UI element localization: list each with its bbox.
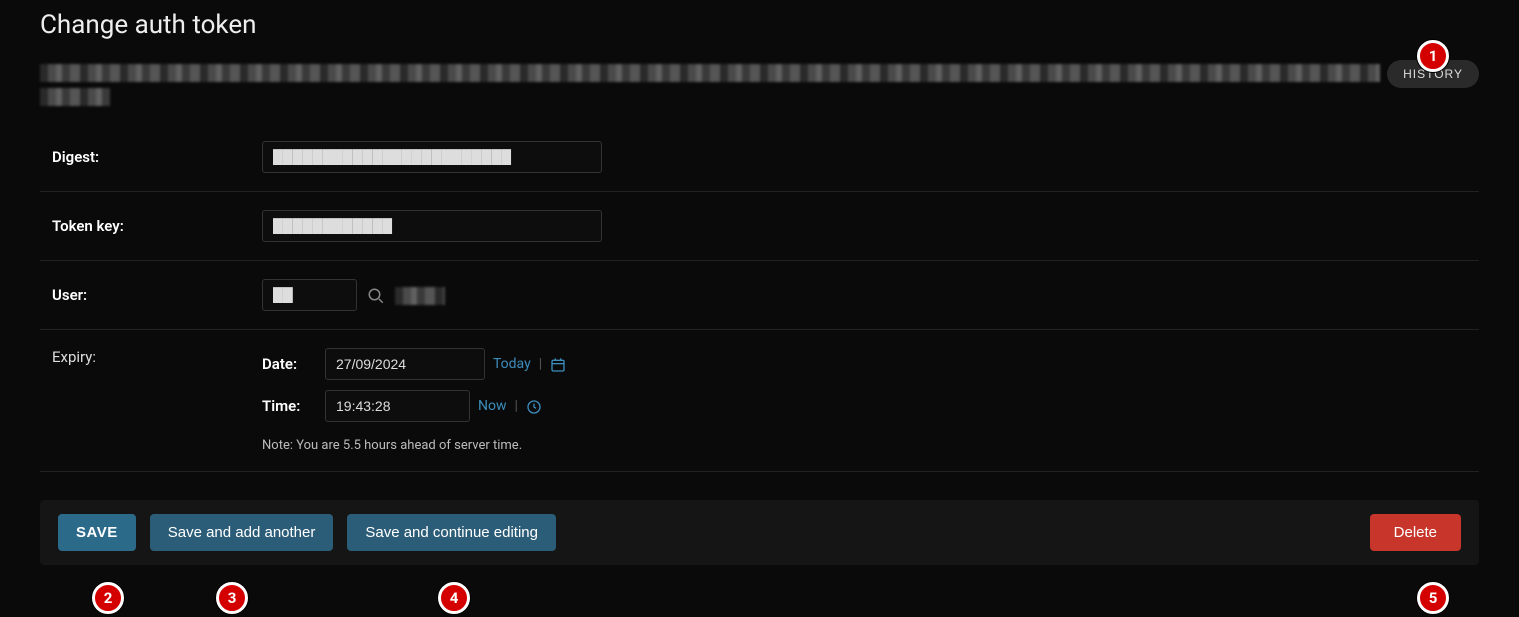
marker-5: 5 <box>1417 582 1449 614</box>
save-continue-button[interactable]: Save and continue editing <box>347 514 556 551</box>
label-user: User: <box>52 286 262 304</box>
save-button[interactable]: SAVE <box>58 514 136 551</box>
input-date[interactable] <box>325 348 485 380</box>
marker-4: 4 <box>438 582 470 614</box>
lookup-icon[interactable] <box>367 285 385 304</box>
expiry-date-line: Date: Today | <box>262 348 566 380</box>
token-header-row: HISTORY <box>40 60 1479 108</box>
save-add-another-button[interactable]: Save and add another <box>150 514 334 551</box>
sep2: | <box>515 398 518 414</box>
row-digest: Digest: <box>40 123 1479 191</box>
label-expiry: Expiry: <box>52 348 262 366</box>
input-user-id[interactable] <box>262 279 357 311</box>
row-user: User: <box>40 260 1479 329</box>
delete-button[interactable]: Delete <box>1370 514 1461 551</box>
timezone-note: Note: You are 5.5 hours ahead of server … <box>262 438 566 453</box>
marker-3: 3 <box>216 582 248 614</box>
form-area: Digest: Token key: User: Expiry: <box>40 123 1479 472</box>
clock-icon[interactable] <box>526 397 542 415</box>
label-date: Date: <box>262 355 317 373</box>
token-hash-display <box>40 60 1479 108</box>
user-link[interactable] <box>395 285 445 304</box>
calendar-icon[interactable] <box>550 355 566 373</box>
marker-1: 1 <box>1417 40 1449 72</box>
input-time[interactable] <box>325 390 470 422</box>
label-digest: Digest: <box>52 148 262 166</box>
expiry-time-line: Time: Now | <box>262 390 566 422</box>
row-expiry: Expiry: Date: Today | <box>40 329 1479 471</box>
label-time: Time: <box>262 397 317 415</box>
today-link[interactable]: Today <box>493 356 531 372</box>
sep1: | <box>539 356 542 372</box>
row-token-key: Token key: <box>40 191 1479 260</box>
input-digest[interactable] <box>262 141 602 173</box>
now-link[interactable]: Now <box>478 398 507 414</box>
page-title: Change auth token <box>40 10 1479 40</box>
label-token-key: Token key: <box>52 217 262 235</box>
marker-2: 2 <box>92 582 124 614</box>
input-token-key[interactable] <box>262 210 602 242</box>
submit-row: SAVE Save and add another Save and conti… <box>40 500 1479 565</box>
